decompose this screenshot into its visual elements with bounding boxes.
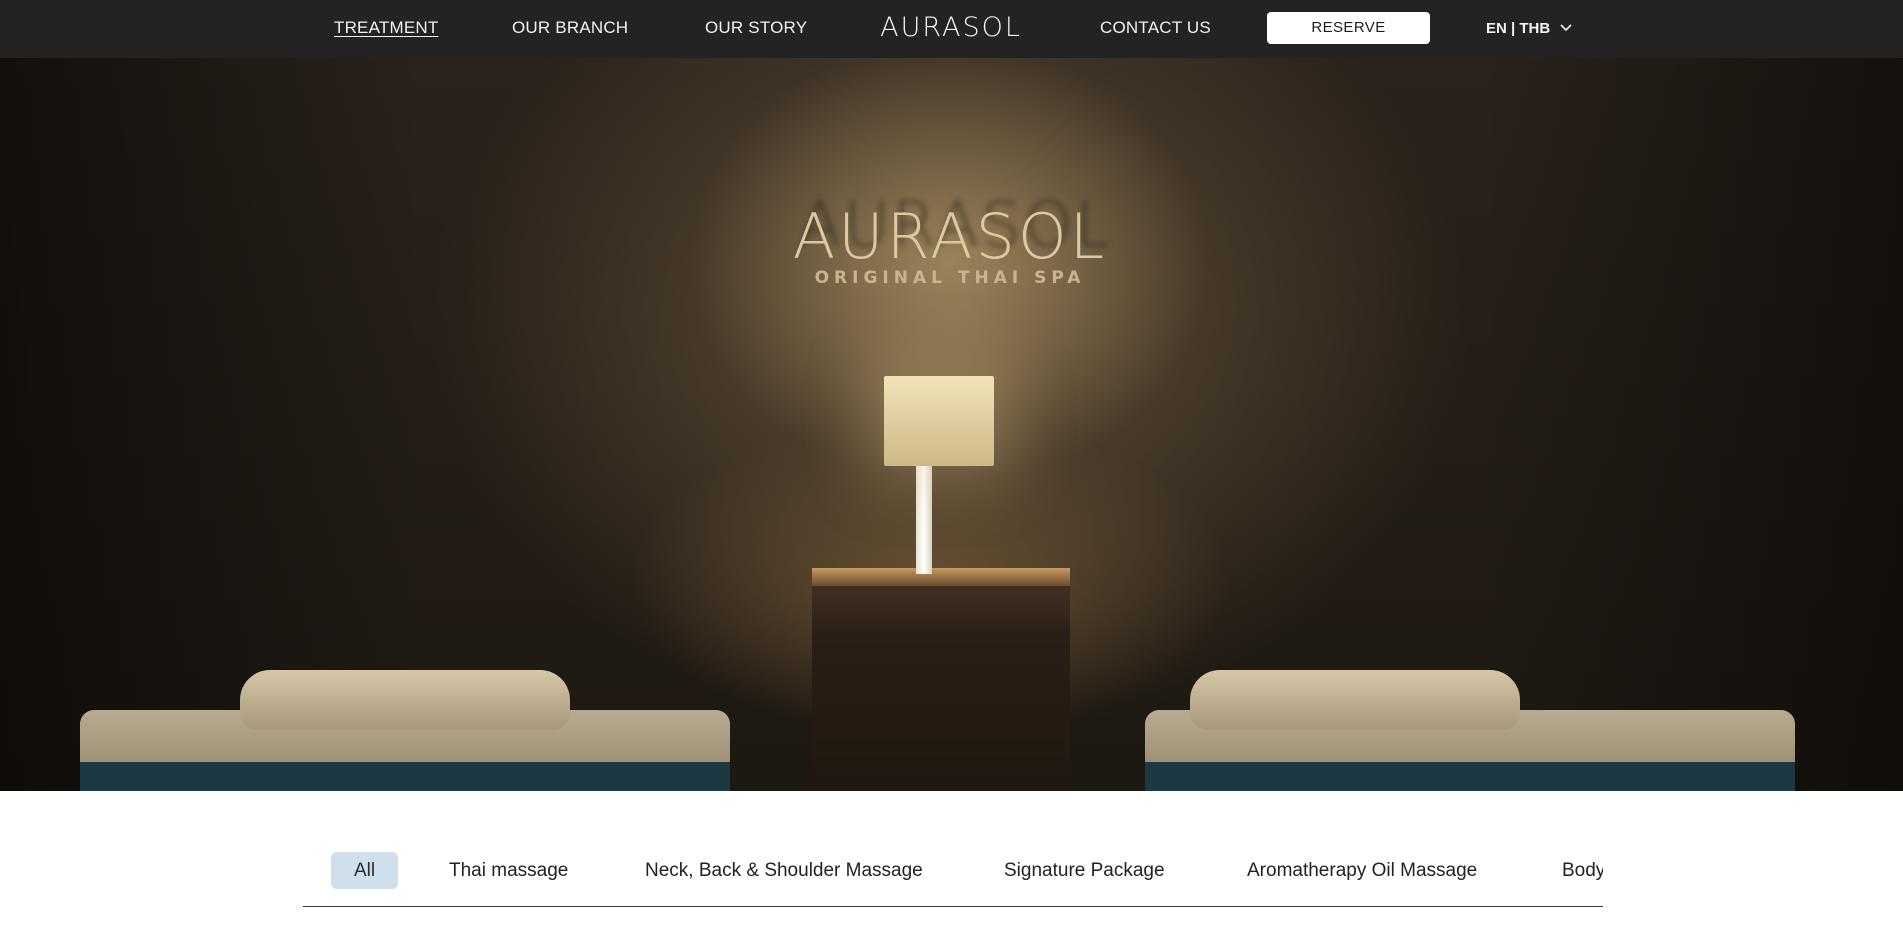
hero-wall-logo: AURASOL bbox=[792, 200, 1108, 273]
tab-neck-back-shoulder-massage[interactable]: Neck, Back & Shoulder Massage bbox=[645, 852, 923, 889]
tab-all[interactable]: All bbox=[331, 852, 399, 889]
tab-thai-massage[interactable]: Thai massage bbox=[449, 852, 568, 889]
pillow bbox=[1190, 670, 1520, 730]
hero-wall-tagline: ORIGINAL THAI SPA bbox=[814, 268, 1086, 288]
lamp-stem bbox=[916, 466, 932, 574]
brand-logo[interactable]: AURASOL bbox=[862, 12, 1040, 44]
blanket bbox=[1145, 762, 1795, 791]
nav-link-our-branch[interactable]: OUR BRANCH bbox=[512, 18, 628, 38]
lamp-shade bbox=[884, 376, 994, 466]
pillow bbox=[240, 670, 570, 730]
top-navigation: TREATMENT OUR BRANCH OUR STORY AURASOL C… bbox=[0, 0, 1903, 58]
language-currency-label: EN | THB bbox=[1486, 19, 1551, 37]
chevron-down-icon bbox=[1560, 24, 1572, 32]
hero-banner: AURASOL ORIGINAL THAI SPA bbox=[0, 58, 1903, 791]
tabs-divider bbox=[303, 906, 1603, 907]
nightstand bbox=[812, 568, 1070, 791]
massage-bed-left bbox=[80, 670, 730, 791]
reserve-button[interactable]: RESERVE bbox=[1267, 12, 1430, 44]
nav-link-treatment[interactable]: TREATMENT bbox=[334, 18, 438, 38]
tab-signature-package[interactable]: Signature Package bbox=[1004, 852, 1165, 889]
treatment-category-tabs: All Thai massage Neck, Back & Shoulder M… bbox=[303, 846, 1603, 908]
tab-aromatherapy-oil-massage[interactable]: Aromatherapy Oil Massage bbox=[1247, 852, 1477, 889]
blanket bbox=[80, 762, 730, 791]
nav-link-contact-us[interactable]: CONTACT US bbox=[1100, 18, 1211, 38]
nav-link-our-story[interactable]: OUR STORY bbox=[705, 18, 807, 38]
language-currency-selector[interactable]: EN | THB bbox=[1486, 18, 1572, 38]
massage-bed-right bbox=[1145, 670, 1795, 791]
tab-body[interactable]: Body bbox=[1562, 852, 1603, 889]
nightstand-top bbox=[812, 568, 1070, 586]
